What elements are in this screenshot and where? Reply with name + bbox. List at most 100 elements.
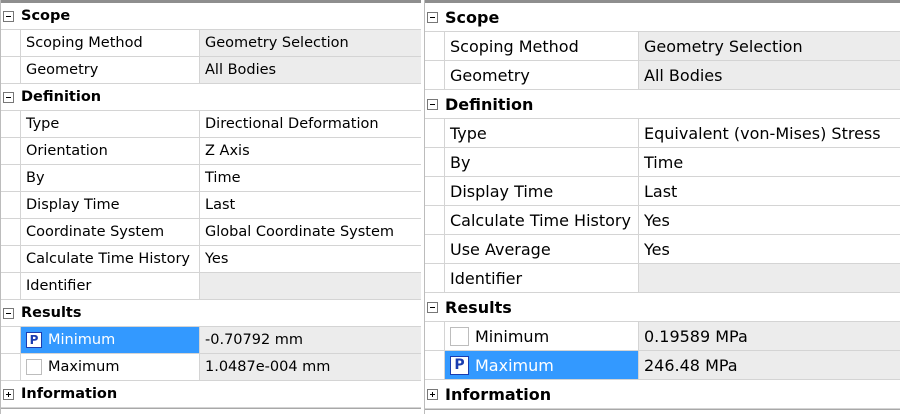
property-label: By — [444, 148, 639, 176]
collapse-toggle[interactable] — [1, 3, 15, 29]
property-label-selected[interactable]: P Maximum — [444, 351, 639, 379]
property-row-calculate-time-history[interactable]: Calculate Time History Yes — [425, 206, 900, 235]
property-row-scoping-method[interactable]: Scoping Method Geometry Selection — [1, 30, 421, 57]
property-value[interactable] — [200, 273, 421, 299]
property-row-display-time[interactable]: Display Time Last — [1, 192, 421, 219]
minus-icon[interactable] — [2, 10, 14, 22]
property-value[interactable]: 246.48 MPa — [639, 351, 900, 379]
parameter-checkbox[interactable] — [26, 359, 42, 375]
collapse-toggle[interactable] — [425, 3, 439, 31]
property-value[interactable]: Yes — [200, 246, 421, 272]
minus-icon[interactable] — [426, 301, 438, 313]
property-value[interactable]: Last — [200, 192, 421, 218]
section-title: Scope — [445, 7, 500, 27]
property-label: Minimum — [48, 332, 116, 348]
property-label: Identifier — [444, 264, 639, 292]
property-row-by[interactable]: By Time — [1, 165, 421, 192]
details-panel-right: Scope Scoping Method Geometry Selection … — [424, 0, 900, 414]
collapse-toggle[interactable] — [1, 84, 15, 110]
property-value[interactable]: Time — [200, 165, 421, 191]
collapse-toggle[interactable] — [425, 293, 439, 321]
property-row-geometry[interactable]: Geometry All Bodies — [425, 61, 900, 90]
plus-icon[interactable] — [426, 388, 438, 400]
parameter-p-icon[interactable]: P — [26, 332, 42, 348]
minus-icon[interactable] — [2, 91, 14, 103]
property-value[interactable]: Time — [639, 148, 900, 176]
property-row-type[interactable]: Type Directional Deformation — [1, 111, 421, 138]
property-value[interactable]: 1.0487e-004 mm — [200, 354, 421, 380]
property-label: Coordinate System — [20, 219, 200, 245]
property-value[interactable]: Z Axis — [200, 138, 421, 164]
property-row-scoping-method[interactable]: Scoping Method Geometry Selection — [425, 32, 900, 61]
property-row-use-average[interactable]: Use Average Yes — [425, 235, 900, 264]
collapse-toggle[interactable] — [1, 300, 15, 326]
section-information[interactable]: Information — [1, 381, 421, 408]
section-title: Definition — [445, 94, 534, 114]
property-label: Display Time — [20, 192, 200, 218]
property-value[interactable]: Equivalent (von-Mises) Stress — [639, 119, 900, 147]
property-row-maximum[interactable]: P Maximum 246.48 MPa — [425, 351, 900, 380]
property-row-calculate-time-history[interactable]: Calculate Time History Yes — [1, 246, 421, 273]
section-title: Information — [21, 386, 118, 402]
property-value[interactable]: All Bodies — [639, 61, 900, 89]
expand-toggle[interactable] — [425, 380, 439, 408]
property-value[interactable]: Geometry Selection — [639, 32, 900, 60]
property-row-orientation[interactable]: Orientation Z Axis — [1, 138, 421, 165]
property-value[interactable]: Yes — [639, 206, 900, 234]
property-row-coordinate-system[interactable]: Coordinate System Global Coordinate Syst… — [1, 219, 421, 246]
section-title: Results — [445, 297, 512, 317]
section-definition[interactable]: Definition — [1, 84, 421, 111]
property-row-identifier[interactable]: Identifier — [425, 264, 900, 293]
property-value[interactable]: Directional Deformation — [200, 111, 421, 137]
property-label-cell[interactable]: Maximum — [20, 354, 200, 380]
property-label: Use Average — [444, 235, 639, 263]
property-label: Calculate Time History — [20, 246, 200, 272]
section-definition[interactable]: Definition — [425, 90, 900, 119]
section-title: Definition — [21, 89, 102, 105]
property-label: Geometry — [20, 57, 200, 83]
section-results[interactable]: Results — [1, 300, 421, 327]
collapse-toggle[interactable] — [425, 90, 439, 118]
parameter-checkbox[interactable] — [450, 326, 469, 346]
property-row-geometry[interactable]: Geometry All Bodies — [1, 57, 421, 84]
property-value[interactable]: All Bodies — [200, 57, 421, 83]
property-label: Calculate Time History — [444, 206, 639, 234]
property-label: Scoping Method — [20, 30, 200, 56]
expand-toggle[interactable] — [1, 381, 15, 407]
property-label: Orientation — [20, 138, 200, 164]
plus-icon[interactable] — [2, 388, 14, 400]
property-label-cell[interactable]: Minimum — [444, 322, 639, 350]
property-value[interactable]: 0.19589 MPa — [639, 322, 900, 350]
property-row-maximum[interactable]: Maximum 1.0487e-004 mm — [1, 354, 421, 381]
section-scope[interactable]: Scope — [425, 3, 900, 32]
section-title: Results — [21, 305, 82, 321]
section-title: Information — [445, 384, 552, 404]
property-row-by[interactable]: By Time — [425, 148, 900, 177]
minus-icon[interactable] — [426, 11, 438, 23]
property-row-minimum[interactable]: Minimum 0.19589 MPa — [425, 322, 900, 351]
property-label: Minimum — [475, 326, 550, 346]
section-title: Scope — [21, 8, 71, 24]
property-value[interactable]: Geometry Selection — [200, 30, 421, 56]
property-value[interactable]: Last — [639, 177, 900, 205]
property-value[interactable]: Global Coordinate System — [200, 219, 421, 245]
parameter-p-icon[interactable]: P — [450, 355, 469, 375]
property-label: By — [20, 165, 200, 191]
details-panel-left: Scope Scoping Method Geometry Selection … — [0, 0, 421, 414]
property-label-selected[interactable]: P Minimum — [20, 327, 200, 353]
section-information[interactable]: Information — [425, 380, 900, 409]
minus-icon[interactable] — [2, 307, 14, 319]
property-value[interactable] — [639, 264, 900, 292]
property-row-display-time[interactable]: Display Time Last — [425, 177, 900, 206]
section-results[interactable]: Results — [425, 293, 900, 322]
property-label: Display Time — [444, 177, 639, 205]
property-row-minimum[interactable]: P Minimum -0.70792 mm — [1, 327, 421, 354]
property-label: Scoping Method — [444, 32, 639, 60]
section-scope[interactable]: Scope — [1, 3, 421, 30]
property-value[interactable]: Yes — [639, 235, 900, 263]
property-row-type[interactable]: Type Equivalent (von-Mises) Stress — [425, 119, 900, 148]
property-label: Geometry — [444, 61, 639, 89]
property-row-identifier[interactable]: Identifier — [1, 273, 421, 300]
minus-icon[interactable] — [426, 98, 438, 110]
property-value[interactable]: -0.70792 mm — [200, 327, 421, 353]
